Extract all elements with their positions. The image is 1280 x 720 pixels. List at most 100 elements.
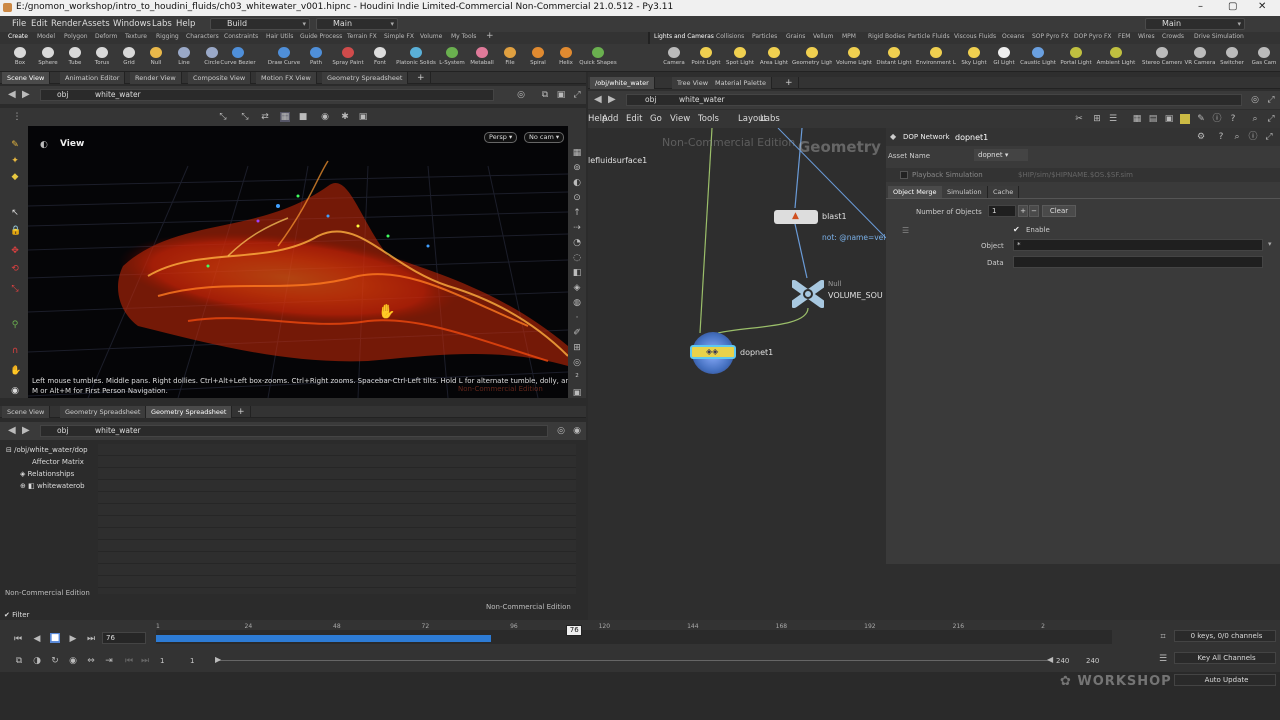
tool-caustic-light[interactable]: Caustic Light — [1018, 46, 1058, 72]
desktop-selector-right[interactable]: Main ▾ — [1145, 18, 1245, 30]
range-slider[interactable] — [218, 660, 1052, 661]
note-icon[interactable] — [1180, 114, 1190, 124]
shelf-tab-vellum[interactable]: Vellum — [813, 33, 833, 40]
next-key-icon[interactable]: ⏭ — [140, 656, 150, 666]
template-icon[interactable]: ◧ — [572, 268, 582, 278]
tool-quick-shapes[interactable]: Quick Shapes — [578, 46, 618, 72]
forward-icon[interactable]: ▶ — [22, 425, 30, 436]
snapshot-icon[interactable]: ▣ — [572, 388, 582, 398]
num-objects-field[interactable]: 1 — [988, 205, 1016, 217]
clear-button[interactable]: Clear — [1042, 205, 1076, 217]
node-fluidsurface-label[interactable]: lefluidsurface1 — [588, 156, 647, 165]
viewer-tab-5[interactable]: Geometry Spreadsheet — [322, 72, 409, 84]
range-end-visible[interactable]: 240 — [1056, 657, 1069, 665]
points-icon[interactable]: ⊙ — [572, 193, 582, 203]
link-icon[interactable]: ⧉ — [540, 90, 550, 100]
shelf-tab-constraints[interactable]: Constraints — [224, 33, 258, 40]
shelf-tab-rigid-bodies[interactable]: Rigid Bodies — [868, 33, 905, 40]
menu-file[interactable]: File — [12, 19, 26, 29]
camera-icon[interactable]: ▣ — [358, 112, 368, 122]
list-icon[interactable]: ☰ — [1108, 114, 1118, 124]
sim-icon[interactable]: ◉ — [68, 656, 78, 666]
handle-icon[interactable]: ✦ — [10, 156, 20, 166]
range-icon[interactable]: ⇥ — [104, 656, 114, 666]
flatten-icon[interactable]: ◍ — [572, 298, 582, 308]
tab-cache[interactable]: Cache — [988, 186, 1020, 198]
shelf-tab-lights-and-cameras[interactable]: Lights and Cameras — [654, 33, 714, 40]
maximize-icon[interactable]: ▢ — [1228, 1, 1237, 12]
shelf-tab-viscous-fluids[interactable]: Viscous Fluids — [954, 33, 996, 40]
edit-icon[interactable]: ✎ — [1196, 114, 1206, 124]
back-icon[interactable]: ◀ — [8, 425, 16, 436]
expand-icon[interactable]: ⤢ — [1264, 132, 1274, 142]
asset-name-select[interactable]: dopnet ▾ — [974, 149, 1028, 161]
spreadsheet-tab-1[interactable]: Geometry Spreadsheet — [60, 406, 147, 418]
viewer-tab-2[interactable]: Render View — [130, 72, 182, 84]
vectors-icon[interactable]: ⇢ — [572, 223, 582, 233]
shelf-tab-mpm[interactable]: MPM — [842, 33, 856, 40]
viewer-tab-3[interactable]: Composite View — [188, 72, 252, 84]
select-points-icon[interactable]: ⤡ — [218, 112, 228, 122]
node-blast[interactable]: ▲ — [774, 210, 818, 224]
increment-button[interactable]: + — [1018, 205, 1028, 217]
shelf-tab-sop-pyro-fx[interactable]: SOP Pyro FX — [1032, 33, 1069, 40]
tool-gas-cam[interactable]: Gas Cam — [1244, 46, 1280, 72]
camera-tool-icon[interactable]: ◉ — [10, 386, 20, 396]
shelf-tab-terrain-fx[interactable]: Terrain FX — [347, 33, 377, 40]
audio-icon[interactable]: ◑ — [32, 656, 42, 666]
shelf-tab-grains[interactable]: Grains — [786, 33, 805, 40]
scale-icon[interactable]: ⤡ — [10, 284, 20, 294]
number-icon[interactable]: ² — [572, 373, 582, 383]
tool-font[interactable]: Font — [360, 46, 400, 72]
range-start[interactable]: 1 — [160, 657, 164, 665]
network-menu-edit[interactable]: Edit — [626, 114, 642, 124]
select-icon[interactable]: ↖ — [10, 208, 20, 218]
tool-stereo-camera[interactable]: Stereo Camera — [1142, 46, 1182, 72]
shelf-tab-create[interactable]: Create — [8, 33, 28, 40]
info-icon[interactable]: ⓘ — [1248, 132, 1258, 142]
rotate-icon[interactable]: ⟲ — [10, 264, 20, 274]
key-all-icon[interactable]: ☰ — [1158, 654, 1168, 664]
shelf-tab-deform[interactable]: Deform — [95, 33, 117, 40]
shelf-tab-collisions[interactable]: Collisions — [716, 33, 744, 40]
shelf-tab-hair-utils[interactable]: Hair Utils — [266, 33, 293, 40]
paint-icon[interactable]: ◆ — [10, 172, 20, 182]
tool-platonic-solids[interactable]: Platonic Solids — [396, 46, 436, 72]
search-icon[interactable]: ⌕ — [1250, 114, 1260, 124]
timeline-cursor[interactable]: 76 — [566, 625, 583, 636]
back-icon[interactable]: ◀ — [8, 89, 16, 100]
param-node-name[interactable]: dopnet1 — [955, 133, 988, 142]
tool-ambient-light[interactable]: Ambient Light — [1096, 46, 1136, 72]
link-icon[interactable]: ⤢ — [1266, 95, 1276, 105]
shelf-tab-simple-fx[interactable]: Simple FX — [384, 33, 414, 40]
display-options-icon[interactable]: ▦ — [572, 148, 582, 158]
network-menu-view[interactable]: View — [670, 114, 690, 124]
xray-icon[interactable]: ◎ — [572, 358, 582, 368]
pin-icon[interactable]: ◎ — [556, 426, 566, 436]
lock-icon[interactable]: 🔒 — [10, 226, 21, 236]
add-tab-icon[interactable]: + — [412, 72, 431, 84]
range-end[interactable]: 240 — [1086, 657, 1099, 665]
first-frame-icon[interactable]: ⏮ — [13, 634, 23, 644]
network-editor[interactable]: Non-Commercial Edition Geometry lefluids… — [588, 128, 886, 620]
last-frame-icon[interactable]: ⏭ — [86, 634, 96, 644]
bone-icon[interactable]: ⚲ — [10, 320, 20, 330]
shelf-tab-dop-pyro-fx[interactable]: DOP Pyro FX — [1074, 33, 1112, 40]
network-menu-help[interactable]: Help — [588, 114, 607, 124]
stop-icon[interactable]: ■ — [50, 633, 60, 643]
pin-icon[interactable]: ◎ — [1250, 95, 1260, 105]
camera-menu[interactable]: No cam ▾ — [524, 132, 565, 143]
tool-volume-light[interactable]: Volume Light — [834, 46, 874, 72]
guide-icon[interactable]: ✐ — [572, 328, 582, 338]
layout-icon[interactable]: ▣ — [556, 90, 566, 100]
shelf-tab-crowds[interactable]: Crowds — [1162, 33, 1184, 40]
multiparm-handle-icon[interactable]: ☰ — [902, 226, 909, 235]
range-end-handle[interactable]: ◀ — [1047, 655, 1053, 664]
play-icon[interactable]: ▶ — [68, 634, 78, 644]
tool-area-light[interactable]: Area Light — [754, 46, 794, 72]
range-start-handle[interactable]: ▶ — [215, 655, 221, 664]
network-tab-2[interactable]: Material Palette — [710, 77, 772, 89]
shelf-tab-volume[interactable]: Volume — [420, 33, 442, 40]
visibility-icon[interactable]: ◈ — [572, 283, 582, 293]
desktop-selector[interactable]: Main ▾ — [316, 18, 398, 30]
